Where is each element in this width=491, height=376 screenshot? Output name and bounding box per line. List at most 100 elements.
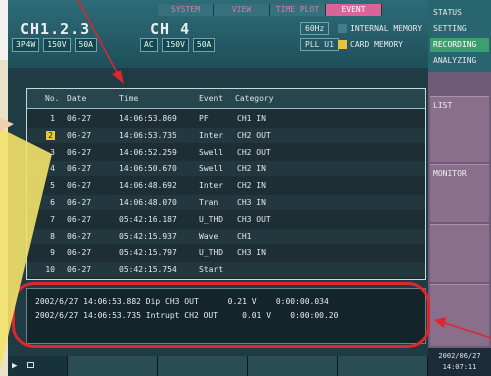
clock-time: 14:07:11 [442, 363, 477, 371]
cell-event: Swell [199, 164, 224, 174]
header-event: Event [199, 94, 224, 103]
cell-category: CH2 OUT [237, 147, 271, 157]
cell-event: Start [199, 265, 224, 275]
cell-event: Tran [199, 198, 219, 207]
function-key-1[interactable] [68, 356, 158, 376]
table-row[interactable]: 3 06-27 14:06:52.259 Swell CH2 OUT [27, 145, 425, 160]
cell-no: 4 [50, 164, 55, 174]
cell-date: 06-27 [67, 248, 92, 258]
header-time: Time [119, 94, 139, 103]
detail-line: 2002/6/27 14:06:53.735 Intrupt CH2 OUT 0… [35, 311, 339, 320]
cell-time: 14:06:53.735 [119, 130, 177, 140]
clock-date: 2002/06/27 [438, 352, 481, 360]
play-icon: ▶ [12, 361, 18, 371]
table-row[interactable]: 1 06-27 14:06:53.869 PF CH1 IN [27, 111, 425, 126]
cell-event: Swell [199, 147, 224, 157]
cell-category: CH3 IN [237, 198, 266, 207]
monitor-softkey[interactable]: MONITOR [430, 164, 489, 222]
cell-no: 10 [45, 265, 55, 275]
cell-no: 8 [50, 231, 55, 241]
right-menu: STATUS SETTING RECORDING ANALYZING LIST … [428, 0, 491, 376]
tab-view[interactable]: VIEW [214, 4, 270, 16]
play-softkey[interactable]: ▶ [8, 356, 68, 376]
table-row[interactable]: 10 06-27 05:42:15.754 Start [27, 262, 425, 278]
cell-date: 06-27 [67, 130, 92, 140]
cell-date: 06-27 [67, 265, 92, 275]
cell-category: CH1 [237, 231, 252, 241]
top-tabs: SYSTEM VIEW TIME PLOT EVENT [158, 4, 382, 16]
cell-no: 7 [50, 214, 55, 224]
cell-time: 14:06:48.070 [119, 198, 177, 207]
cell-no: 1 [50, 114, 55, 123]
tab-event[interactable]: EVENT [326, 4, 382, 16]
cell-time: 14:06:48.692 [119, 181, 177, 191]
cell-no: 9 [50, 248, 55, 258]
table-row[interactable]: 5 06-27 14:06:48.692 Inter CH2 IN [27, 178, 425, 193]
cell-time: 14:06:52.259 [119, 147, 177, 157]
cell-date: 06-27 [67, 114, 92, 123]
table-row[interactable]: 6 06-27 14:06:48.070 Tran CH3 IN [27, 195, 425, 210]
cell-event: Inter [199, 130, 224, 140]
cell-date: 06-27 [67, 164, 92, 174]
event-list-table: No. Date Time Event Category 1 06-27 14:06… [26, 88, 426, 280]
cell-time: 05:42:16.187 [119, 214, 177, 224]
card-memory-indicator: CARD MEMORY [338, 38, 403, 51]
memory-icon [338, 24, 347, 33]
cell-category: CH2 IN [237, 164, 266, 174]
function-key-2[interactable] [158, 356, 248, 376]
cell-no: 3 [50, 147, 55, 157]
channel-group-a-label: CH1.2.3 [20, 20, 91, 38]
cell-category: CH2 OUT [237, 130, 271, 140]
cell-time: 05:42:15.797 [119, 248, 177, 258]
cell-category: CH3 OUT [237, 214, 271, 224]
table-row[interactable]: 8 06-27 05:42:15.937 Wave CH1 [27, 228, 425, 244]
screen-icon [26, 362, 34, 368]
table-header: No. Date Time Event Category [27, 89, 425, 109]
current-range-badge-b: 50A [192, 38, 216, 52]
card-icon [338, 40, 347, 49]
softkey-4[interactable] [430, 284, 489, 346]
menu-setting[interactable]: SETTING [430, 22, 489, 36]
detail-line: 2002/6/27 14:06:53.882 Dip CH3 OUT 0.21 … [35, 297, 329, 306]
tab-system[interactable]: SYSTEM [158, 4, 214, 16]
cell-time: 14:06:50.670 [119, 164, 177, 174]
pll-source-badge: PLL U1 [300, 38, 339, 51]
cell-event: Wave [199, 231, 219, 241]
voltage-range-badge: 150V [43, 38, 71, 52]
header-date: Date [67, 94, 87, 103]
cell-date: 06-27 [67, 198, 92, 207]
cell-time: 05:42:15.754 [119, 265, 177, 275]
cell-event: U_THD [199, 214, 224, 224]
cell-date: 06-27 [67, 214, 92, 224]
cell-time: 05:42:15.937 [119, 231, 177, 241]
table-row[interactable]: 2 06-27 14:06:53.735 Inter CH2 OUT [27, 127, 425, 143]
list-softkey[interactable]: LIST [430, 96, 489, 162]
menu-analyzing[interactable]: ANALYZING [430, 54, 489, 68]
menu-recording[interactable]: RECORDING [430, 38, 489, 52]
function-key-bar: ▶ [8, 356, 428, 376]
internal-memory-indicator: INTERNAL MEMORY [338, 22, 422, 35]
cell-category: CH3 IN [237, 248, 266, 258]
header-category: Category [235, 94, 274, 103]
tab-time-plot[interactable]: TIME PLOT [270, 4, 326, 16]
cell-category: CH2 IN [237, 181, 266, 191]
header-bar: SYSTEM VIEW TIME PLOT EVENT CH1.2.3 CH 4… [8, 0, 428, 68]
table-row[interactable]: 7 06-27 05:42:16.187 U_THD CH3 OUT [27, 212, 425, 227]
function-key-4[interactable] [338, 356, 428, 376]
internal-memory-label: INTERNAL MEMORY [350, 23, 423, 33]
event-detail-panel: 2002/6/27 14:06:53.882 Dip CH3 OUT 0.21 … [26, 288, 426, 344]
cell-event: Inter [199, 181, 224, 191]
list-softkey-label: LIST [433, 101, 453, 110]
frequency-badge: 60Hz [300, 22, 330, 35]
channel-a-settings: 3P4W 150V 50A [12, 38, 97, 52]
table-row[interactable]: 9 06-27 05:42:15.797 U_THD CH3 IN [27, 245, 425, 260]
cell-time: 14:06:53.869 [119, 114, 177, 123]
table-row[interactable]: 4 06-27 14:06:50.670 Swell CH2 IN [27, 161, 425, 177]
instrument-screen: SYSTEM VIEW TIME PLOT EVENT CH1.2.3 CH 4… [8, 0, 491, 376]
cell-date: 06-27 [67, 147, 92, 157]
cell-no: 2 [46, 130, 55, 140]
menu-status[interactable]: STATUS [430, 6, 489, 20]
function-key-3[interactable] [248, 356, 338, 376]
softkey-3[interactable] [430, 224, 489, 282]
card-memory-label: CARD MEMORY [350, 39, 403, 49]
